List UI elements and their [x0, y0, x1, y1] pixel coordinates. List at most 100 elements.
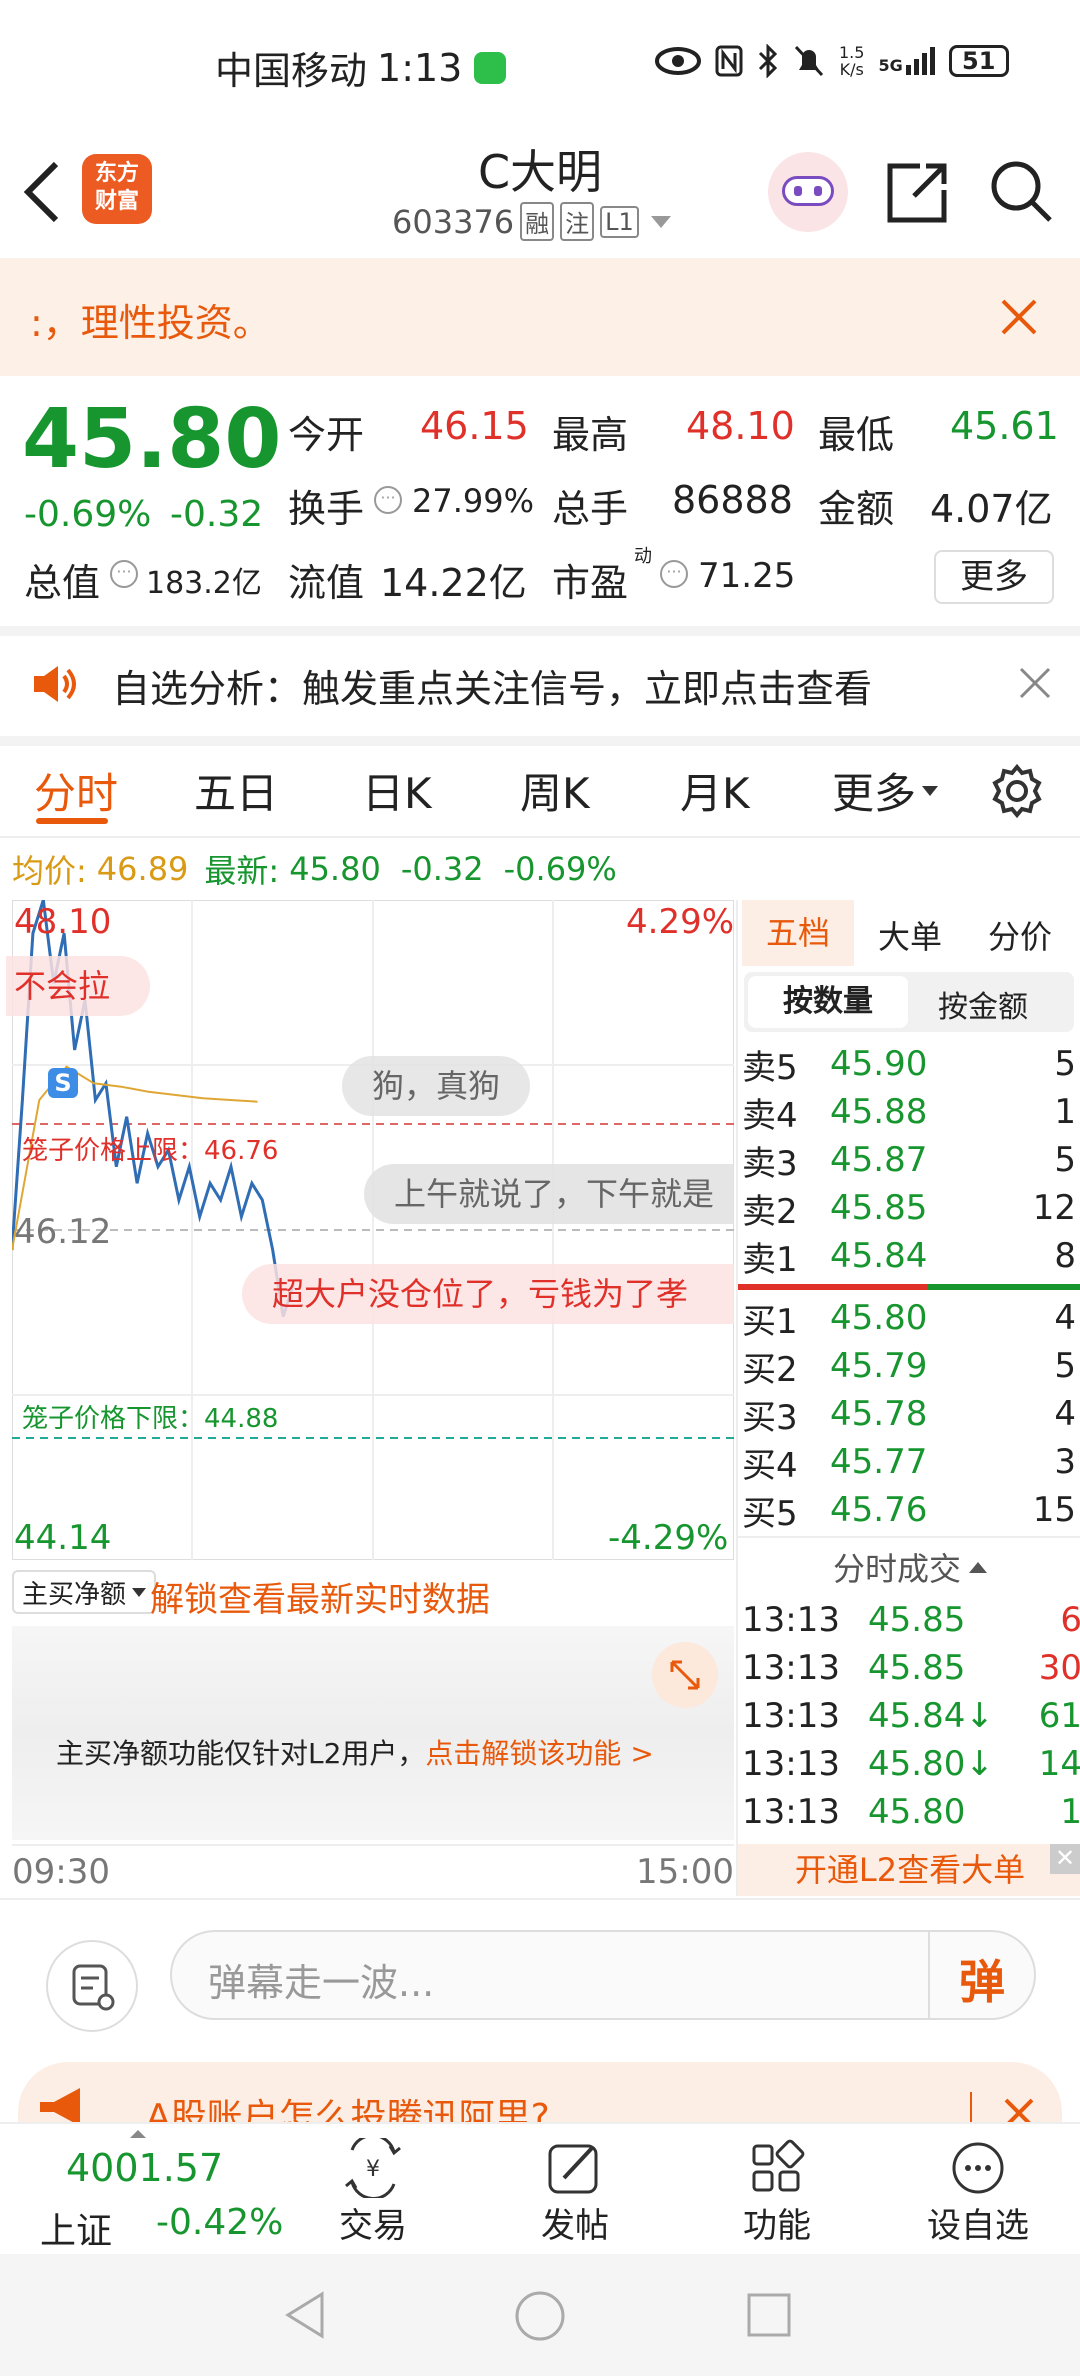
tick-row: 13:13 45.85 6 [742, 1600, 1080, 1640]
change-pct: -0.69% [24, 494, 152, 535]
banner-text: :，理性投资。 [30, 301, 271, 345]
sell-row[interactable]: 卖5 45.90 5 [738, 1040, 1080, 1088]
y-top-price: 48.10 [14, 902, 112, 942]
volume-label: 总手 [552, 487, 629, 531]
y-bottom-pct: -4.29% [608, 1518, 729, 1558]
home-circle-icon[interactable] [514, 2290, 566, 2342]
subtab-by-volume[interactable]: 按数量 [748, 976, 908, 1028]
buy-row[interactable]: 买1 45.80 4 [738, 1294, 1080, 1342]
recents-square-icon[interactable] [746, 2292, 792, 2338]
trade-icon: ¥ [345, 2138, 401, 2198]
nav-functions[interactable]: 功能 [722, 2138, 832, 2247]
subchart-panel: 主买净额功能仅针对L2用户， 点击解锁该功能 > [12, 1626, 734, 1840]
nfc-icon [715, 45, 743, 77]
close-icon[interactable]: ✕ [1050, 1844, 1080, 1874]
tab-more[interactable]: 更多 [832, 760, 939, 821]
s-marker-icon[interactable]: S [48, 1068, 78, 1098]
quote-panel: 45.80 -0.69% -0.32 今开 46.15 最高 48.10 最低 … [0, 376, 1080, 626]
back-arrow-icon[interactable] [22, 160, 62, 224]
comment-list-icon[interactable] [46, 1940, 138, 2032]
svg-text:¥: ¥ [366, 2157, 380, 2182]
tab-price-dist[interactable]: 分价 [988, 912, 1052, 958]
net-speed: 1.5 K/s [839, 43, 865, 79]
close-icon[interactable] [1018, 666, 1052, 700]
unlock-title[interactable]: 解锁查看最新实时数据 [150, 1572, 490, 1621]
ticks-header[interactable]: 分时成交 [738, 1536, 1080, 1596]
tab-big-orders[interactable]: 大单 [878, 912, 942, 958]
speaker-icon [34, 666, 76, 702]
signal-icon: 5G [878, 47, 935, 75]
eye-icon [655, 47, 701, 75]
tab-weekly-k[interactable]: 周K [520, 760, 590, 821]
share-icon[interactable] [884, 160, 950, 224]
more-dots-icon [952, 2142, 1004, 2194]
tick-row: 13:13 45.80 1 [742, 1792, 1080, 1832]
nav-add-watchlist[interactable]: 设自选 [918, 2138, 1038, 2247]
mute-icon [794, 45, 824, 77]
buy-row[interactable]: 买4 45.77 3 [738, 1438, 1080, 1486]
last-change-pct: -0.69% [503, 850, 617, 888]
send-danmaku-button[interactable]: 弹 [942, 1946, 1022, 2009]
clock: 1:13 [377, 45, 463, 90]
robot-avatar[interactable] [768, 152, 848, 232]
indicator-selector[interactable]: 主买净额 [12, 1570, 157, 1614]
stock-code-row[interactable]: 603376 融 注 L1 [392, 202, 671, 241]
intraday-chart[interactable]: 48.10 4.29% 46.12 44.14 -4.29% 笼子价格上限：46… [6, 900, 734, 1560]
info-icon[interactable]: ··· [110, 560, 138, 588]
cage-upper-label: 笼子价格上限：46.76 [22, 1136, 279, 1166]
unlock-link[interactable]: 点击解锁该功能 > [425, 1732, 653, 1772]
low-value: 45.61 [950, 404, 1059, 448]
settings-gear-icon[interactable] [990, 764, 1044, 818]
search-icon[interactable] [988, 158, 1054, 224]
index-value: 4001.57 [66, 2146, 224, 2190]
tick-row: 13:13 45.80 ↓ 14 [742, 1744, 1080, 1784]
time-end: 15:00 [636, 1852, 734, 1892]
turnover-label: 换手 [288, 487, 365, 531]
divider [0, 626, 1080, 636]
back-triangle-icon[interactable] [282, 2290, 332, 2340]
stock-code: 603376 [392, 202, 515, 241]
nav-trade[interactable]: ¥ 交易 [318, 2138, 428, 2247]
divider [928, 1932, 930, 2018]
info-icon[interactable]: ··· [374, 486, 402, 514]
sell-levels: 卖5 45.90 5 卖4 45.88 1 卖3 45.87 5 卖2 45.85 12 卖1 4… [738, 1040, 1080, 1280]
close-icon[interactable] [1000, 298, 1038, 336]
close-icon[interactable] [1004, 2098, 1034, 2122]
sell-row[interactable]: 卖3 45.87 5 [738, 1136, 1080, 1184]
danmaku-bubble: 不会拉 [6, 956, 151, 1016]
sell-row[interactable]: 卖1 45.84 8 [738, 1232, 1080, 1280]
amount-value: 4.07亿 [930, 487, 1053, 531]
buy-row[interactable]: 买2 45.79 5 [738, 1342, 1080, 1390]
tab-level5[interactable]: 五档 [742, 900, 854, 966]
buy-row[interactable]: 买5 45.76 15 [738, 1486, 1080, 1534]
buy-levels: 买1 45.80 4 买2 45.79 5 买3 45.78 4 买4 45.77 3 买5 45… [738, 1294, 1080, 1534]
nav-post[interactable]: 发帖 [520, 2138, 630, 2247]
pe-label: 市盈 [552, 561, 629, 605]
ad-banner[interactable]: A股账户怎么投腾讯阿里? [18, 2062, 1062, 2122]
info-icon[interactable]: ··· [660, 560, 688, 588]
mktcap-value: 183.2亿 [146, 566, 262, 601]
dropdown-triangle-icon [922, 785, 939, 796]
last-value: 45.80 [289, 850, 381, 888]
divider [970, 2092, 972, 2122]
l2-upgrade-banner[interactable]: 开通L2查看大单 [738, 1844, 1080, 1896]
tab-monthly-k[interactable]: 月K [680, 760, 750, 821]
notice-bar[interactable]: 自选分析：触发重点关注信号，立即点击查看 [0, 636, 1080, 736]
tick-row: 13:13 45.84 ↓ 61 [742, 1696, 1080, 1736]
sell-row[interactable]: 卖2 45.85 12 [738, 1184, 1080, 1232]
subtab-by-amount[interactable]: 按金额 [938, 982, 1028, 1026]
index-widget[interactable]: 4001.57 上证 -0.42% [20, 2124, 290, 2256]
tick-row: 13:13 45.85 30 [742, 1648, 1080, 1688]
divider [0, 736, 1080, 746]
y-mid-price: 46.12 [14, 1212, 112, 1252]
open-value: 46.15 [420, 404, 529, 448]
more-button[interactable]: 更多 [934, 550, 1054, 604]
expand-icon[interactable] [652, 1642, 718, 1708]
sell-row[interactable]: 卖4 45.88 1 [738, 1088, 1080, 1136]
tab-daily-k[interactable]: 日K [362, 760, 432, 821]
danmaku-input[interactable]: 弹幕走一波... 弹 [170, 1930, 1036, 2020]
danmaku-bubble: 上午就说了，下午就是 [364, 1164, 734, 1224]
tab-five-day[interactable]: 五日 [194, 760, 278, 821]
tab-intraday[interactable]: 分时 [34, 760, 118, 821]
buy-row[interactable]: 买3 45.78 4 [738, 1390, 1080, 1438]
